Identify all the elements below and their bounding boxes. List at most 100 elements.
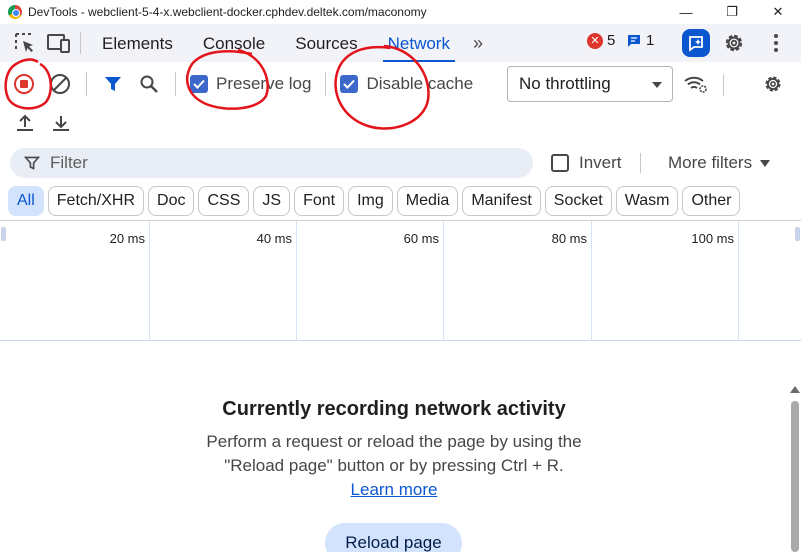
- learn-more-link[interactable]: Learn more: [351, 480, 438, 499]
- kebab-menu-icon: [774, 34, 778, 52]
- timeline-gridline: [738, 221, 739, 341]
- type-filter-socket[interactable]: Socket: [544, 186, 612, 216]
- search-button[interactable]: [131, 66, 167, 102]
- minimize-button[interactable]: —: [663, 0, 709, 24]
- gear-icon: [765, 76, 781, 92]
- network-toolbar-secondary: [0, 106, 801, 140]
- type-filter-manifest[interactable]: Manifest: [462, 186, 541, 216]
- upload-icon: [17, 114, 33, 131]
- type-filter-img[interactable]: Img: [348, 186, 393, 216]
- checkbox-unchecked-icon: [551, 154, 569, 172]
- window-controls: — ❐ ✕: [663, 0, 801, 24]
- type-filter-js[interactable]: JS: [253, 186, 291, 216]
- ai-assistance-button[interactable]: [682, 29, 710, 57]
- chevron-down-icon: [652, 82, 662, 88]
- message-count-badge[interactable]: 1: [626, 32, 654, 49]
- funnel-icon: [24, 156, 40, 170]
- scroll-thumb[interactable]: [791, 401, 799, 552]
- more-filters-dropdown[interactable]: More filters: [668, 153, 771, 173]
- tab-console[interactable]: Console: [188, 24, 280, 62]
- tab-sources[interactable]: Sources: [280, 24, 372, 62]
- toolbar-divider: [175, 72, 176, 96]
- stop-recording-button[interactable]: [6, 66, 42, 102]
- reload-page-button[interactable]: Reload page: [325, 523, 462, 552]
- type-filter-css[interactable]: CSS: [198, 186, 250, 216]
- chrome-logo-icon: [8, 5, 22, 19]
- toolbar-divider: [723, 74, 724, 96]
- preserve-log-label: Preserve log: [216, 74, 312, 93]
- invert-label: Invert: [579, 153, 622, 172]
- funnel-icon: [105, 77, 121, 91]
- preserve-log-checkbox[interactable]: Preserve log: [190, 74, 311, 94]
- toolbar-divider: [86, 72, 87, 96]
- restore-button[interactable]: ❐: [709, 0, 755, 24]
- more-filters-label: More filters: [668, 153, 753, 172]
- device-toolbar-button[interactable]: [42, 24, 76, 62]
- close-window-button[interactable]: ✕: [755, 0, 801, 24]
- type-filter-font[interactable]: Font: [294, 186, 345, 216]
- type-filter-doc[interactable]: Doc: [148, 186, 195, 216]
- type-filter-fetch-xhr[interactable]: Fetch/XHR: [47, 186, 145, 216]
- scrollbar[interactable]: [789, 385, 801, 552]
- clear-icon: [50, 74, 70, 94]
- timeline-tick-label: 60 ms: [403, 231, 439, 246]
- timeline-gridline: [296, 221, 297, 341]
- empty-state-body: Perform a request or reload the page by …: [203, 430, 585, 502]
- timeline-gridline: [591, 221, 592, 341]
- timeline-overview[interactable]: 20 ms 40 ms 60 ms 80 ms 100 ms: [0, 220, 801, 341]
- type-filter-other[interactable]: Other: [682, 186, 741, 216]
- invert-checkbox[interactable]: Invert: [551, 153, 622, 173]
- network-settings-button[interactable]: [755, 66, 791, 102]
- timeline-gridline: [443, 221, 444, 341]
- filter-bar: Invert More filters: [0, 145, 801, 181]
- export-har-button[interactable]: [43, 105, 79, 141]
- download-icon: [53, 116, 69, 131]
- gear-icon: [725, 34, 743, 52]
- throttling-select[interactable]: No throttling: [507, 66, 673, 102]
- error-count: 5: [607, 32, 616, 49]
- toolbar-divider: [325, 72, 327, 96]
- ai-assistance-icon: [689, 36, 703, 52]
- network-toolbar: Preserve log Disable cache No throttling: [0, 62, 801, 106]
- clear-log-button[interactable]: [42, 66, 78, 102]
- timeline-tick-label: 80 ms: [551, 231, 587, 246]
- type-filter-all[interactable]: All: [8, 186, 44, 216]
- device-toggle-icon: [47, 34, 70, 53]
- resource-type-filters: All Fetch/XHR Doc CSS JS Font Img Media …: [8, 186, 741, 216]
- timeline-tick-label: 40 ms: [256, 231, 292, 246]
- tab-elements[interactable]: Elements: [87, 24, 188, 62]
- type-filter-wasm[interactable]: Wasm: [615, 186, 679, 216]
- scroll-up-arrow-icon[interactable]: [790, 386, 800, 393]
- disable-cache-label: Disable cache: [366, 74, 474, 93]
- tab-network[interactable]: Network: [373, 24, 465, 62]
- type-filter-media[interactable]: Media: [396, 186, 459, 216]
- window-title-bar: DevTools - webclient-5-4-x.webclient-doc…: [0, 0, 801, 24]
- devtools-settings-button[interactable]: [720, 29, 748, 57]
- filter-toggle-button[interactable]: [95, 66, 131, 102]
- disable-cache-checkbox[interactable]: Disable cache: [340, 74, 473, 94]
- message-icon: [628, 34, 640, 47]
- error-count-badge[interactable]: ✕ 5: [587, 32, 615, 49]
- inspect-element-button[interactable]: [8, 24, 42, 62]
- empty-state: Currently recording network activity Per…: [0, 342, 788, 552]
- filter-input[interactable]: [50, 153, 490, 173]
- wifi-settings-icon: [684, 76, 707, 93]
- message-count: 1: [646, 32, 655, 49]
- timeline-gridline: [149, 221, 150, 341]
- import-har-button[interactable]: [7, 105, 43, 141]
- filter-input-wrapper: [10, 148, 533, 178]
- overview-left-handle[interactable]: [1, 227, 6, 241]
- devtools-tab-bar: Elements Console Sources Network » ✕ 5 1: [0, 24, 801, 62]
- overview-right-handle[interactable]: [795, 227, 800, 241]
- customize-devtools-button[interactable]: [762, 29, 790, 57]
- network-conditions-button[interactable]: [678, 66, 714, 102]
- window-title: DevTools - webclient-5-4-x.webclient-doc…: [28, 5, 427, 19]
- filter-divider: [640, 153, 641, 173]
- checkbox-checked-icon: [190, 75, 208, 93]
- timeline-tick-label: 100 ms: [691, 231, 734, 246]
- more-tabs-icon[interactable]: »: [465, 33, 491, 54]
- empty-state-heading: Currently recording network activity: [222, 398, 566, 420]
- timeline-tick-label: 20 ms: [109, 231, 145, 246]
- tabbar-divider: [80, 32, 81, 54]
- search-icon: [140, 75, 158, 93]
